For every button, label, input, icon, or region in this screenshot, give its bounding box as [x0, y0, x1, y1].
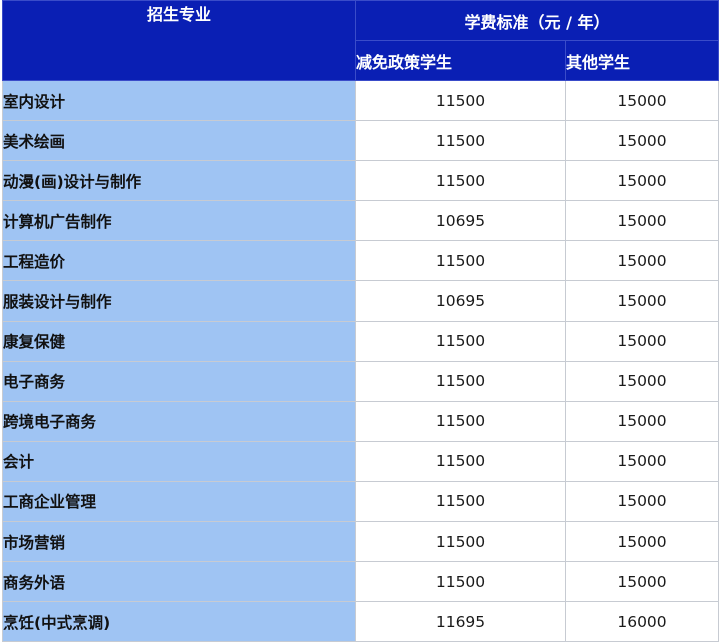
table-row: 电子商务 11500 15000 [2, 360, 719, 402]
other-fee-cell: 15000 [565, 360, 719, 402]
other-fee-cell: 15000 [565, 440, 719, 482]
other-fee-cell: 15000 [565, 240, 719, 282]
major-cell: 美术绘画 [2, 120, 356, 162]
major-cell: 跨境电子商务 [2, 400, 356, 442]
table-row: 服装设计与制作 10695 15000 [2, 280, 719, 322]
table-row: 计算机广告制作 10695 15000 [2, 200, 719, 242]
policy-fee-cell: 11500 [355, 480, 566, 523]
other-fee-cell: 15000 [565, 320, 719, 362]
policy-fee-cell: 11500 [355, 79, 566, 122]
table-row: 市场营销 11500 15000 [2, 521, 719, 563]
major-cell: 电子商务 [2, 360, 356, 402]
major-cell: 工程造价 [2, 240, 356, 282]
table-row: 商务外语 11500 15000 [2, 561, 719, 603]
policy-fee-cell: 11500 [355, 240, 566, 282]
major-cell: 康复保健 [2, 320, 356, 362]
major-cell: 商务外语 [2, 561, 356, 603]
policy-fee-cell: 11500 [355, 160, 566, 202]
table-row: 室内设计 11500 15000 [2, 79, 719, 122]
other-fee-cell: 15000 [565, 561, 719, 603]
table-row: 康复保健 11500 15000 [2, 320, 719, 362]
policy-fee-cell: 11500 [355, 440, 566, 482]
major-cell: 室内设计 [2, 79, 356, 122]
policy-fee-cell: 11500 [355, 400, 566, 442]
table-row: 会计 11500 15000 [2, 440, 719, 482]
table-row: 工程造价 11500 15000 [2, 240, 719, 282]
policy-fee-cell: 10695 [355, 280, 566, 322]
other-fee-cell: 15000 [565, 160, 719, 202]
major-cell: 烹饪(中式烹调) [2, 601, 356, 643]
major-cell: 工商企业管理 [2, 480, 356, 523]
table-row: 工商企业管理 11500 15000 [2, 480, 719, 523]
other-fee-cell: 15000 [565, 480, 719, 523]
table-header: 招生专业 学费标准（元 / 年） 减免政策学生 其他学生 [2, 0, 719, 81]
other-fee-cell: 15000 [565, 521, 719, 563]
table-row: 跨境电子商务 11500 15000 [2, 400, 719, 442]
major-cell: 会计 [2, 440, 356, 482]
policy-fee-cell: 11500 [355, 521, 566, 563]
table-row: 美术绘画 11500 15000 [2, 120, 719, 162]
major-cell: 计算机广告制作 [2, 200, 356, 242]
major-cell: 市场营销 [2, 521, 356, 563]
header-policy-students: 减免政策学生 [355, 40, 566, 81]
other-fee-cell: 16000 [565, 601, 719, 643]
header-major: 招生专业 [2, 0, 356, 81]
other-fee-cell: 15000 [565, 280, 719, 322]
policy-fee-cell: 11500 [355, 120, 566, 162]
major-cell: 动漫(画)设计与制作 [2, 160, 356, 202]
policy-fee-cell: 11695 [355, 601, 566, 643]
header-other-students: 其他学生 [565, 40, 719, 81]
policy-fee-cell: 11500 [355, 320, 566, 362]
other-fee-cell: 15000 [565, 400, 719, 442]
major-cell: 服装设计与制作 [2, 280, 356, 322]
tuition-table: 招生专业 学费标准（元 / 年） 减免政策学生 其他学生 室内设计 11500 15… [2, 0, 719, 643]
policy-fee-cell: 10695 [355, 200, 566, 242]
table-row: 动漫(画)设计与制作 11500 15000 [2, 160, 719, 202]
other-fee-cell: 15000 [565, 79, 719, 122]
table-row: 烹饪(中式烹调) 11695 16000 [2, 601, 719, 643]
policy-fee-cell: 11500 [355, 360, 566, 402]
header-fee-standard: 学费标准（元 / 年） [355, 0, 719, 41]
policy-fee-cell: 11500 [355, 561, 566, 603]
other-fee-cell: 15000 [565, 120, 719, 162]
table-body: 室内设计 11500 15000 美术绘画 11500 15000 动漫(画)设计与制作 11… [2, 79, 719, 643]
other-fee-cell: 15000 [565, 200, 719, 242]
page: 招生专业 学费标准（元 / 年） 减免政策学生 其他学生 室内设计 11500 15… [0, 0, 720, 643]
